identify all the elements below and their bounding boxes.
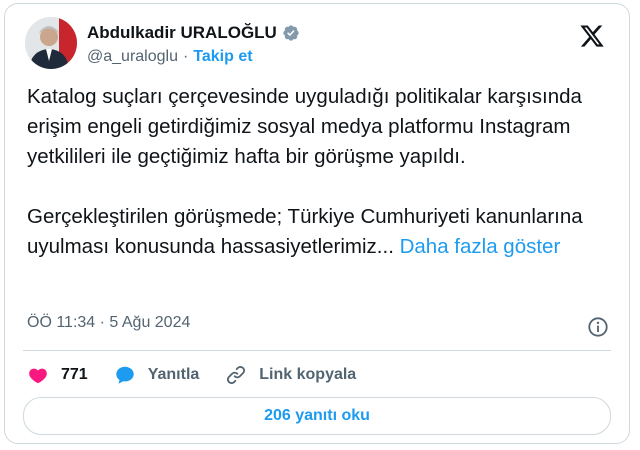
tweet-paragraph-1: Katalog suçları çerçevesinde uyguladığı …	[27, 85, 582, 168]
avatar-image	[25, 17, 77, 69]
like-count: 771	[61, 366, 88, 383]
follow-button[interactable]: Takip et	[193, 48, 252, 66]
author-info: Abdulkadir URALOĞLU @a_uraloglu · Takip …	[87, 21, 300, 69]
x-logo-icon[interactable]	[579, 23, 605, 49]
tweet-text: Katalog suçları çerçevesinde uyguladığı …	[27, 82, 617, 262]
tweet-paragraph-2: Gerçekleştirilen görüşmede; Türkiye Cumh…	[27, 202, 617, 262]
copy-link-label: Link kopyala	[259, 366, 357, 383]
copy-link-button[interactable]: Link kopyala	[225, 364, 356, 386]
link-icon	[227, 366, 246, 384]
tweet-card: Abdulkadir URALOĞLU @a_uraloglu · Takip …	[4, 3, 630, 444]
show-more-link[interactable]: Daha fazla göster	[400, 235, 561, 258]
author-display-name[interactable]: Abdulkadir URALOĞLU	[87, 23, 277, 43]
tweet-header: Abdulkadir URALOĞLU @a_uraloglu · Takip …	[23, 15, 611, 75]
tweet-timestamp[interactable]: ÖÖ 11:34 · 5 Ağu 2024	[27, 314, 190, 332]
info-icon[interactable]	[587, 316, 609, 338]
speech-bubble-icon	[115, 366, 134, 384]
heart-icon	[29, 368, 47, 384]
verified-badge-icon	[283, 25, 299, 41]
reply-button[interactable]: Yanıtla	[114, 364, 200, 386]
avatar[interactable]	[25, 17, 77, 69]
reply-label: Yanıtla	[147, 366, 200, 383]
like-button[interactable]: 771	[27, 364, 88, 386]
tweet-actions: 771 Yanıtla Link kopyala	[27, 360, 382, 390]
read-replies-button[interactable]: 206 yanıtı oku	[23, 397, 611, 435]
handle-separator: ·	[182, 48, 189, 65]
author-handle[interactable]: @a_uraloglu	[87, 48, 178, 66]
divider	[23, 350, 611, 351]
